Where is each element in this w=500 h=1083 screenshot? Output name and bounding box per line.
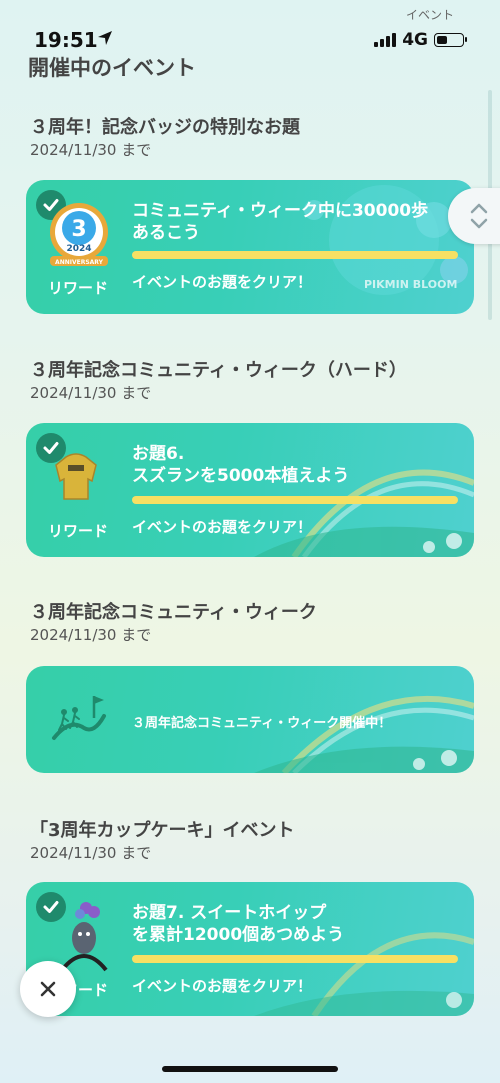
reward-label: リワード [48,522,109,540]
battery-icon [434,33,467,47]
deco-text: PIKMIN BLOOM [364,278,457,291]
location-arrow-icon [98,31,112,45]
event-card-cupcake[interactable]: リワード お題7. スイートホイップ を累計12000個あつめよう イベントのお… [26,882,474,1016]
pikmin-headband-icon [60,902,108,972]
clear-text: イベントのお題をクリア！ [132,273,313,291]
event-card-week[interactable]: ３周年記念コミュニティ・ウィーク開催中！ [26,666,474,773]
clear-text: イベントのお題をクリア！ [132,977,313,995]
progress-bar [132,955,458,963]
event-status-text: ３周年記念コミュニティ・ウィーク開催中！ [132,716,392,731]
close-button[interactable] [20,961,76,1017]
hoodie-icon [55,453,97,500]
clear-text: イベントのお題をクリア！ [132,518,313,536]
close-icon [40,981,56,997]
event-title: ３周年記念コミュニティ・ウィーク [30,602,317,623]
network-type: 4G [402,30,428,50]
badge-text: ANNIVERSARY [55,259,104,266]
mission-text: コミュニティ・ウィーク中に30000歩 あるこう [132,201,429,243]
reward-label: リワード [48,279,109,297]
progress-bar [132,496,458,504]
event-title: ３周年記念コミュニティ・ウィーク（ハード） [30,360,407,381]
scroll-toggle-button[interactable] [448,188,500,244]
corner-label: イベント [405,8,454,22]
event-date: 2024/11/30 まで [30,844,152,862]
status-bar: イベント 19:51 4G [0,0,500,60]
event-date: 2024/11/30 まで [30,141,152,159]
badge-year: 2024 [66,244,91,254]
mission-text: お題7. スイートホイップ を累計12000個あつめよう [132,903,345,945]
page-title: 開催中のイベント [28,56,196,80]
badge-icon: 3 2024 ANNIVERSARY [50,203,108,266]
clock: 19:51 [34,28,98,52]
mission-text: お題6. スズランを5000本植えよう [132,444,350,486]
event-title: ３周年！記念バッジの特別なお題 [30,117,300,138]
event-date: 2024/11/30 まで [30,626,152,644]
event-card-hard[interactable]: リワード お題6. スズランを5000本植えよう イベントのお題をクリア！ [26,423,474,557]
event-card-badge[interactable]: PIKMIN BLOOM 3 2024 ANNIVERSARY リワード コミュ… [26,180,474,314]
walking-people-icon [52,696,106,740]
chevron-updown-icon [470,203,488,229]
home-indicator[interactable] [162,1066,338,1072]
progress-bar [132,251,458,259]
event-title: 「3周年カップケーキ」イベント [30,820,295,841]
event-date: 2024/11/30 まで [30,384,152,402]
signal-icon [374,33,397,47]
status-icons: 4G [374,30,467,50]
svg-text:3: 3 [71,217,86,242]
